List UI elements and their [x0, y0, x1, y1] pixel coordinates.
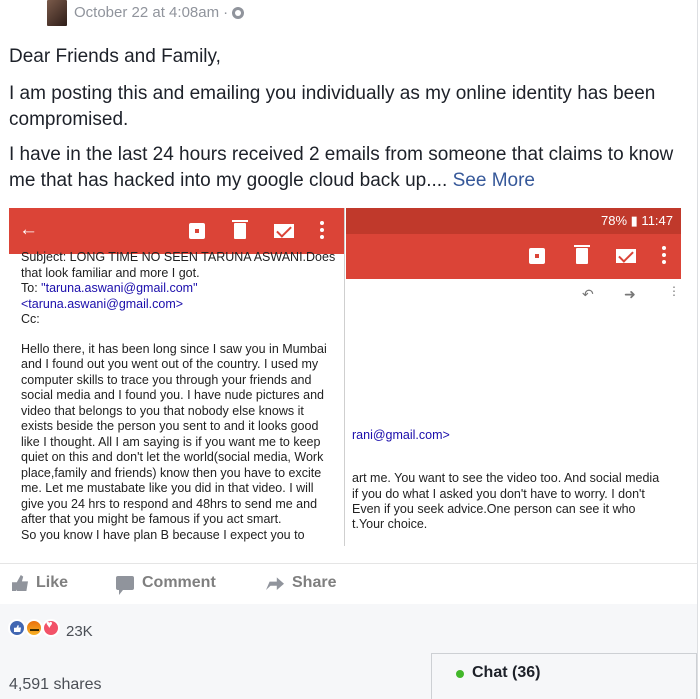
gmail-toolbar-right: [346, 234, 681, 279]
email-to-address: "taruna.aswani@gmail.com": [41, 281, 198, 295]
email-spacer: [21, 328, 339, 342]
attached-screenshots[interactable]: ← Subject: LONG TIME NO SEEN TARUNA ASWA…: [9, 208, 681, 546]
mail-icon: [616, 249, 636, 263]
see-more-link[interactable]: See More: [453, 170, 535, 191]
post-text-paragraph-1: I am posting this and emailing you indiv…: [9, 83, 656, 130]
status-battery-time: 78% ▮ 11:47: [601, 213, 673, 228]
more-vert-icon: [662, 246, 666, 264]
email-cc: Cc:: [21, 312, 40, 326]
chat-label: Chat (36): [472, 664, 541, 681]
email-body-left: Subject: LONG TIME NO SEEN TARUNA ASWANI…: [21, 250, 339, 543]
share-icon: [266, 577, 284, 590]
online-status-icon: [456, 670, 464, 678]
trash-icon: [232, 220, 248, 239]
comment-icon: [116, 576, 134, 595]
email-message: Hello there, it has been long since I sa…: [21, 341, 327, 527]
screenshot-right[interactable]: 78% ▮ 11:47 ↶ ➜ ⋮ rani@gmail.com> art me…: [346, 208, 681, 546]
email-fragment-line-2: if you do what I asked you don't have to…: [352, 487, 645, 501]
screenshot-left[interactable]: ← Subject: LONG TIME NO SEEN TARUNA ASWA…: [9, 208, 345, 546]
post-timestamp[interactable]: October 22 at 4:08am: [74, 4, 219, 21]
post-card: October 22 at 4:08am · Dear Friends and …: [0, 0, 698, 699]
globe-icon[interactable]: [232, 6, 245, 19]
email-to-address-2: <taruna.aswani@gmail.com>: [21, 296, 184, 311]
share-button[interactable]: Share: [266, 574, 336, 592]
email-subject: Subject: LONG TIME NO SEEN TARUNA ASWANI…: [21, 250, 336, 264]
mail-icon: [274, 224, 294, 238]
thumbs-up-icon: [12, 575, 28, 591]
share-label: Share: [292, 574, 337, 591]
more-vert-small-icon: ⋮: [668, 284, 680, 298]
meta-separator: ·: [223, 4, 229, 21]
more-vert-icon: [320, 221, 324, 239]
email-fragment-address: rani@gmail.com>: [352, 428, 450, 442]
shares-count[interactable]: 4,591 shares: [9, 676, 102, 694]
like-label: Like: [36, 574, 69, 591]
post-text-paragraph-2-body: I have in the last 24 hours received 2 e…: [9, 144, 674, 191]
email-to: To: "taruna.aswani@gmail.com": [21, 281, 339, 297]
email-fragment-line-3: Even if you seek advice.One person can s…: [352, 502, 636, 516]
archive-icon: [189, 223, 205, 239]
reply-icon: ↶: [582, 286, 594, 302]
archive-icon: [529, 248, 545, 264]
phone-status-bar: 78% ▮ 11:47: [346, 208, 681, 234]
like-button[interactable]: Like: [12, 574, 68, 592]
email-fragment-line-4: t.Your choice.: [352, 517, 428, 531]
reaction-count[interactable]: 23K: [66, 623, 93, 640]
email-to-label: To:: [21, 281, 42, 295]
post-header: October 22 at 4:08am ·: [0, 0, 697, 32]
back-arrow-icon: ←: [19, 219, 38, 240]
post-text-paragraph-2: I have in the last 24 hours received 2 e…: [9, 142, 689, 194]
like-reaction-icon[interactable]: [8, 619, 26, 637]
chat-tab[interactable]: Chat (36): [431, 653, 697, 699]
email-cut-line: So you know I have plan B because I expe…: [21, 527, 305, 542]
post-actions-bar: Like Comment Share: [0, 563, 697, 605]
avatar[interactable]: [47, 0, 67, 26]
gmail-toolbar-left: ←: [9, 208, 344, 254]
email-fragment-line-1: art me. You want to see the video too. A…: [352, 471, 660, 485]
post-meta: October 22 at 4:08am ·: [74, 4, 245, 21]
email-subject-cont: that look familiar and more I got.: [21, 265, 200, 280]
post-text-greeting: Dear Friends and Family,: [9, 46, 221, 67]
trash-icon: [574, 245, 590, 264]
forward-icon: ➜: [624, 286, 636, 302]
comment-button[interactable]: Comment: [116, 574, 216, 595]
comment-label: Comment: [142, 574, 216, 591]
angry-reaction-icon[interactable]: [25, 619, 43, 637]
love-reaction-icon[interactable]: [42, 619, 60, 637]
